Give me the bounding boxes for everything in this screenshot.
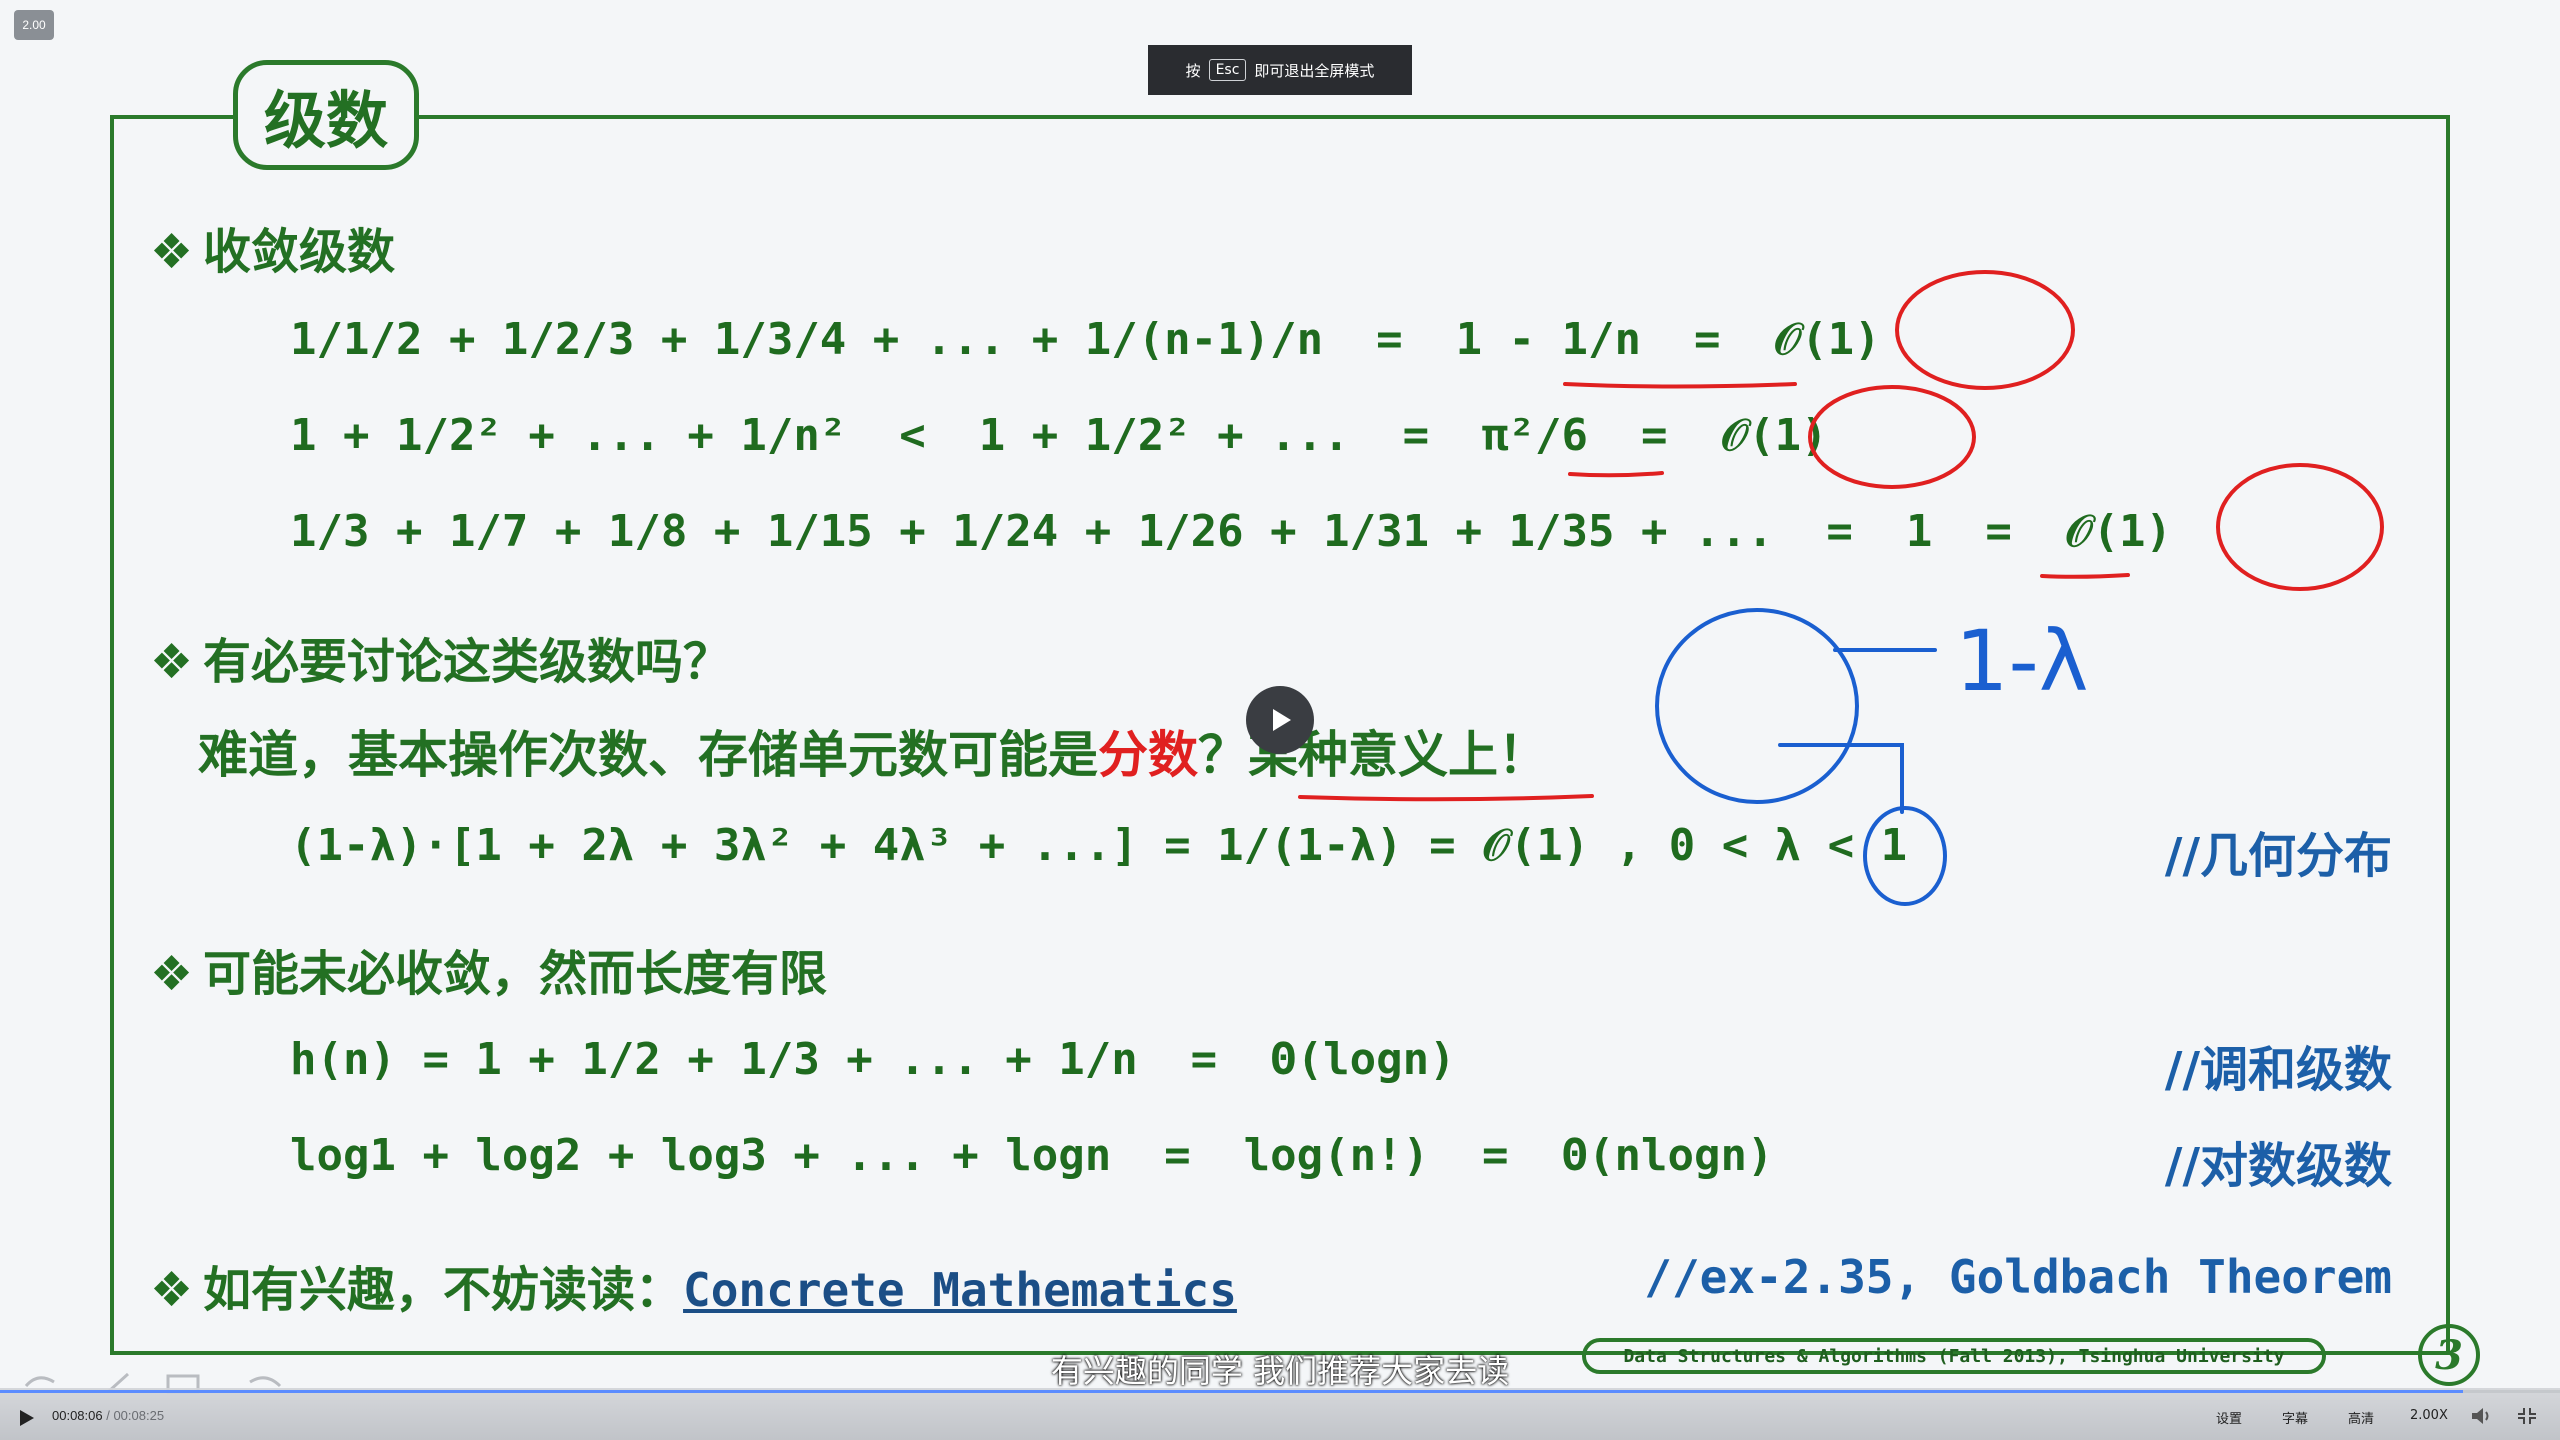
play-icon — [1273, 709, 1291, 731]
speed-button[interactable]: 2.00X — [2410, 1408, 2448, 1423]
time-separator: / — [102, 1408, 114, 1423]
red-circle-o1-a — [1895, 270, 2075, 390]
video-subtitle: 有兴趣的同学 我们推荐大家去读 — [1050, 1352, 1510, 1390]
quality-button[interactable]: 高清 — [2348, 1408, 2374, 1427]
red-circle-o1-b — [1808, 385, 1976, 489]
red-underline-4 — [1298, 794, 1594, 802]
play-pause-icon[interactable] — [18, 1408, 36, 1428]
progress-fill — [0, 1390, 2463, 1393]
volume-icon[interactable] — [2470, 1406, 2492, 1426]
captions-button[interactable]: 字幕 — [2282, 1408, 2308, 1427]
center-play-button[interactable] — [1246, 686, 1314, 754]
blue-circle-lambda — [1863, 806, 1947, 906]
handwritten-note: 1-λ — [1955, 612, 2088, 710]
blue-circle-large — [1655, 608, 1859, 804]
duration: 00:08:25 — [113, 1408, 165, 1423]
time-display: 00:08:06 / 00:08:25 — [52, 1408, 164, 1423]
player-control-bar — [0, 1388, 2560, 1440]
red-circle-o1-c — [2216, 463, 2384, 591]
red-underline-2 — [1568, 471, 1664, 478]
exit-fullscreen-icon[interactable] — [2516, 1406, 2538, 1426]
red-underline-1 — [1563, 382, 1797, 389]
progress-bar[interactable] — [0, 1390, 2560, 1393]
settings-button[interactable]: 设置 — [2216, 1408, 2242, 1427]
current-time: 00:08:06 — [52, 1408, 103, 1423]
red-underline-3 — [2040, 573, 2130, 579]
